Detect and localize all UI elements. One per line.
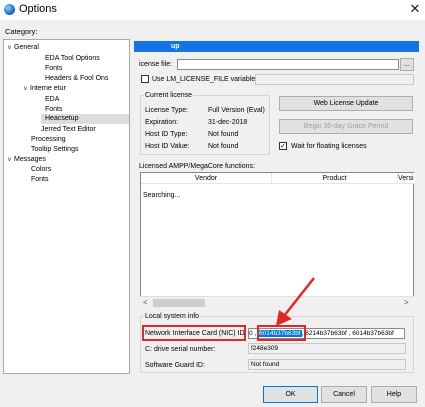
tree-item-eda[interactable]: EDA bbox=[45, 95, 59, 105]
use-env-checkbox[interactable] bbox=[141, 75, 149, 83]
license-file-input[interactable] bbox=[177, 59, 399, 70]
category-label: Category: bbox=[5, 27, 38, 36]
tree-item-headsetup[interactable]: Heacsetup bbox=[41, 114, 129, 124]
tree-item-label: Fonts bbox=[31, 176, 49, 183]
expiration-value: 31-dec-2018 bbox=[208, 119, 248, 126]
tree-item-colors[interactable]: Colors bbox=[31, 165, 51, 175]
tree-item-label: Fonts bbox=[45, 106, 63, 113]
grace-period-button[interactable]: Begin 30-day Grace Period bbox=[279, 119, 413, 134]
scroll-left-icon[interactable]: < bbox=[143, 297, 148, 308]
options-app-icon bbox=[4, 4, 15, 15]
tree-item-label: General bbox=[14, 44, 39, 51]
panel-header-text: up bbox=[171, 43, 180, 50]
web-license-update-button[interactable]: Web License Update bbox=[279, 96, 413, 111]
nic-rest: , 6214b37b63bf , 6014b37b63bf bbox=[301, 330, 394, 337]
arrow-annotation-icon bbox=[276, 277, 315, 326]
tree-item-label: Heacsetup bbox=[45, 115, 79, 122]
license-type-value: Full Version (Eval) bbox=[208, 107, 265, 114]
column-header-vendor[interactable]: Vendor bbox=[141, 173, 272, 184]
nic-label-annotation bbox=[142, 325, 246, 341]
chevron-down-icon[interactable]: ∨ bbox=[21, 84, 30, 94]
licensed-functions-label: Licensed AMPP/MegaCore functions: bbox=[139, 163, 255, 170]
host-id-value-label: Host ID Value: bbox=[145, 143, 190, 150]
software-guard-label: Software Guard ID: bbox=[145, 362, 205, 369]
tree-item-eda-tool-options[interactable]: EDA Tool Options bbox=[45, 54, 100, 64]
expiration-label: Expiration: bbox=[145, 119, 179, 126]
chevron-down-icon[interactable]: ∨ bbox=[5, 155, 14, 165]
tree-item-general[interactable]: ∨ General bbox=[5, 43, 39, 53]
nic-prefix: 0 , bbox=[249, 330, 257, 337]
scrollbar-thumb[interactable] bbox=[153, 299, 205, 307]
license-file-label: icense file: bbox=[139, 61, 173, 68]
host-id-value-value: Not found bbox=[208, 143, 239, 150]
current-license-title: Current license bbox=[144, 91, 194, 100]
window-title: Options bbox=[19, 3, 57, 15]
tree-item-preferred-text-editor[interactable]: Jerred Text Editor bbox=[41, 125, 96, 135]
env-variable-field bbox=[255, 74, 414, 85]
tree-item-label: Processing bbox=[31, 136, 66, 143]
wait-floating-label: Wait for floating licenses bbox=[291, 143, 367, 150]
help-button[interactable]: Help bbox=[371, 386, 417, 403]
tree-item-label: Colors bbox=[31, 166, 52, 173]
tree-item-label: Interne etur bbox=[30, 85, 66, 92]
tree-item-tooltip-settings[interactable]: Tooltip Settings bbox=[31, 145, 78, 155]
software-guard-field[interactable]: Not found bbox=[248, 359, 406, 370]
tree-item-label: Headers & Fool Ons bbox=[45, 75, 109, 82]
drive-serial-label: C: drive serial number: bbox=[145, 346, 216, 353]
column-header-version[interactable]: Versi bbox=[398, 173, 415, 184]
local-system-info-title: Local system info bbox=[144, 312, 201, 321]
tree-item-fonts[interactable]: Fonts bbox=[45, 64, 63, 74]
tree-item-headers[interactable]: Headers & Fool Ons bbox=[45, 74, 108, 84]
tree-item-label: EDA Tool Options bbox=[45, 55, 100, 62]
chevron-down-icon[interactable]: ∨ bbox=[5, 43, 14, 53]
list-status: Searching... bbox=[143, 192, 181, 199]
ok-button[interactable]: OK bbox=[263, 386, 318, 403]
column-header-product[interactable]: Product bbox=[272, 173, 398, 184]
category-tree[interactable]: ∨ General EDA Tool Options Fonts Headers … bbox=[3, 39, 130, 374]
close-icon[interactable]: ✕ bbox=[408, 1, 422, 17]
tree-item-internet[interactable]: ∨ Interne etur bbox=[21, 84, 66, 94]
browse-button[interactable]: ... bbox=[400, 58, 414, 71]
tree-item-label: Fonts bbox=[45, 65, 63, 72]
host-id-type-label: Host ID Type: bbox=[145, 131, 188, 138]
title-bar bbox=[0, 0, 425, 20]
tree-item-fonts-3[interactable]: Fonts bbox=[31, 175, 49, 185]
drive-serial-field[interactable]: f248e309 bbox=[248, 343, 406, 354]
tree-item-label: Tooltip Settings bbox=[31, 146, 79, 153]
use-env-label: Use LM_LICENSE_FILE variable: bbox=[152, 76, 258, 83]
license-type-label: License Type: bbox=[145, 107, 189, 114]
tree-item-label: Messages bbox=[14, 156, 46, 163]
host-id-type-value: Not found bbox=[208, 131, 239, 138]
cancel-button[interactable]: Cancel bbox=[321, 386, 367, 403]
tree-item-label: EDA bbox=[45, 96, 60, 103]
tree-item-processing[interactable]: Processing bbox=[31, 135, 66, 145]
tree-item-messages[interactable]: ∨ Messages bbox=[5, 155, 46, 165]
check-icon[interactable]: ✓ bbox=[279, 142, 287, 150]
scroll-right-icon[interactable]: > bbox=[404, 297, 409, 308]
tree-item-label: Jerred Text Editor bbox=[41, 126, 96, 133]
panel-header: up bbox=[134, 41, 419, 52]
